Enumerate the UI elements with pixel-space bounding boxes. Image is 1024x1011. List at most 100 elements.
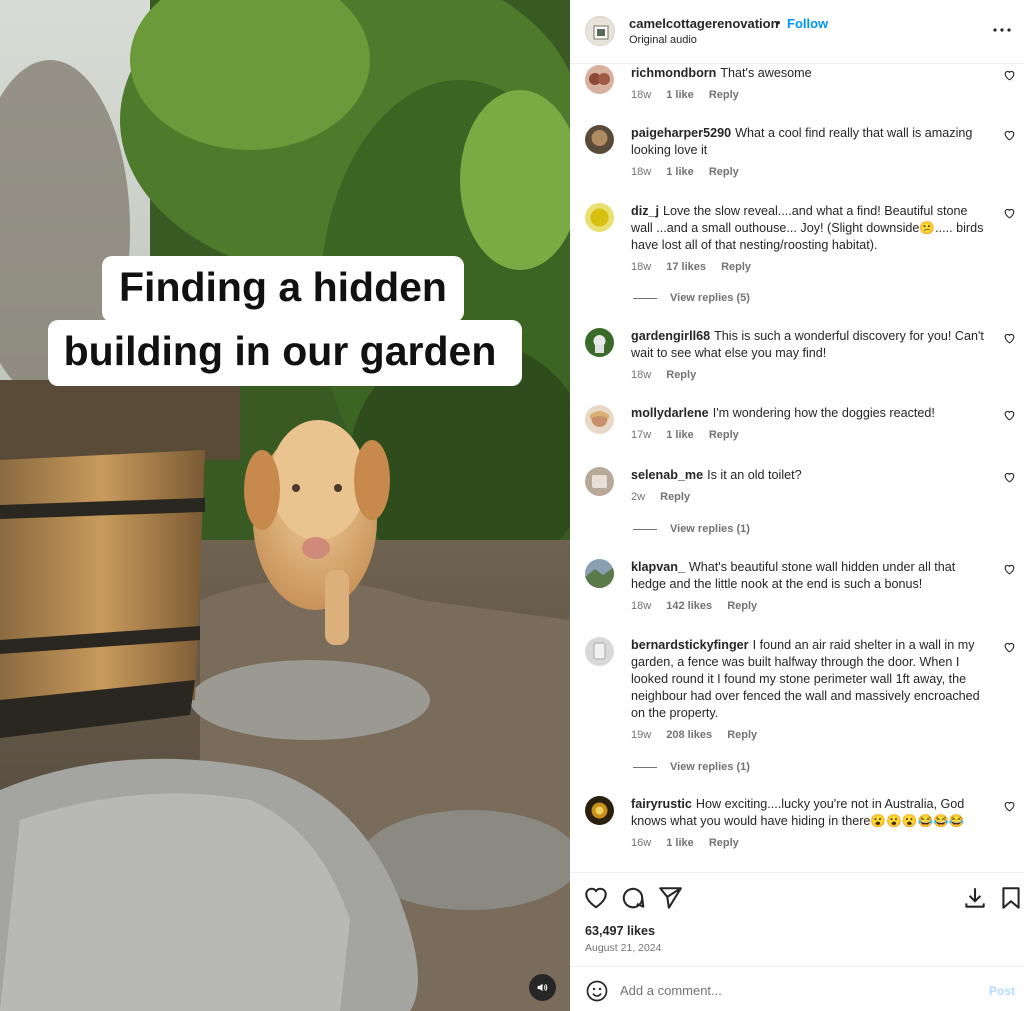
audio-toggle-button[interactable] bbox=[529, 974, 556, 1001]
comment-likes[interactable]: 17 likes bbox=[666, 261, 706, 273]
comment-like-heart-icon[interactable] bbox=[1003, 800, 1016, 813]
avatar-image bbox=[585, 203, 614, 232]
comment-reply-button[interactable]: Reply bbox=[727, 600, 757, 612]
post-comment-button[interactable]: Post bbox=[989, 984, 1015, 998]
comment-text: paigeharper5290 What a cool find really t… bbox=[631, 125, 991, 159]
comment-input[interactable] bbox=[620, 978, 960, 1002]
speaker-icon bbox=[537, 983, 548, 992]
comment-username[interactable]: selenab_me bbox=[631, 468, 703, 482]
comment-likes[interactable]: 208 likes bbox=[666, 729, 712, 741]
avatar-image bbox=[585, 637, 614, 666]
comment-meta: 18w 1 like Reply bbox=[631, 166, 751, 178]
likes-count[interactable]: 63,497 likes bbox=[585, 924, 655, 938]
commenter-avatar[interactable] bbox=[585, 559, 614, 588]
comment-time: 2w bbox=[631, 491, 646, 503]
commenter-avatar[interactable] bbox=[585, 203, 614, 232]
like-heart-icon[interactable] bbox=[583, 885, 609, 911]
avatar-image bbox=[585, 405, 614, 434]
comment-like-heart-icon[interactable] bbox=[1003, 207, 1016, 220]
view-replies-button[interactable]: View replies (1) bbox=[633, 523, 750, 535]
comment-like-heart-icon[interactable] bbox=[1003, 641, 1016, 654]
comment-item: diz_j Love the slow reveal....and what a … bbox=[570, 203, 1024, 328]
comment-username[interactable]: fairyrustic bbox=[631, 797, 692, 811]
comment-text: diz_j Love the slow reveal....and what a … bbox=[631, 203, 991, 254]
comment-item: klapvan_ What's beautiful stone wall hidd… bbox=[570, 559, 1024, 637]
comment-username[interactable]: paigeharper5290 bbox=[631, 126, 731, 140]
comment-like-heart-icon[interactable] bbox=[1003, 69, 1016, 82]
comment-reply-button[interactable]: Reply bbox=[709, 429, 739, 441]
comment-likes[interactable]: 1 like bbox=[666, 166, 694, 178]
comment-time: 18w bbox=[631, 89, 652, 101]
download-icon[interactable] bbox=[962, 885, 988, 911]
audio-label[interactable]: Original audio bbox=[629, 34, 697, 46]
comment-username[interactable]: gardengirll68 bbox=[631, 329, 710, 343]
comment-likes[interactable]: 1 like bbox=[666, 837, 694, 849]
more-options-icon[interactable] bbox=[990, 18, 1014, 42]
comment-like-heart-icon[interactable] bbox=[1003, 409, 1016, 422]
comment-time: 16w bbox=[631, 837, 652, 849]
comment-username[interactable]: diz_j bbox=[631, 204, 659, 218]
avatar-image bbox=[585, 559, 614, 588]
comments-list[interactable]: richmondborn That's awesome 18w 1 like Re… bbox=[570, 65, 1024, 871]
post-actions-bar: 63,497 likes August 21, 2024 bbox=[570, 872, 1024, 966]
comment-meta: 16w 1 like Reply bbox=[631, 837, 751, 849]
author-username[interactable]: camelcottagerenovation bbox=[629, 16, 779, 31]
caption-line-2: building in our garden bbox=[47, 320, 523, 386]
comment-meta: 18w 17 likes Reply bbox=[631, 261, 763, 273]
emoji-icon[interactable] bbox=[585, 979, 609, 1003]
commenter-avatar[interactable] bbox=[585, 65, 614, 94]
comment-reply-button[interactable]: Reply bbox=[666, 369, 696, 381]
comment-reply-button[interactable]: Reply bbox=[709, 166, 739, 178]
comment-likes[interactable]: 1 like bbox=[666, 89, 694, 101]
commenter-avatar[interactable] bbox=[585, 405, 614, 434]
commenter-avatar[interactable] bbox=[585, 637, 614, 666]
commenter-avatar[interactable] bbox=[585, 328, 614, 357]
post-video[interactable]: Finding a hidden building in our garden bbox=[0, 0, 570, 1011]
comment-text: bernardstickyfinger I found an air raid s… bbox=[631, 637, 991, 722]
comment-username[interactable]: klapvan_ bbox=[631, 560, 685, 574]
comment-like-heart-icon[interactable] bbox=[1003, 563, 1016, 576]
comment-reply-button[interactable]: Reply bbox=[727, 729, 757, 741]
comment-meta: 2w Reply bbox=[631, 491, 702, 503]
comment-like-heart-icon[interactable] bbox=[1003, 332, 1016, 345]
comment-likes[interactable]: 1 like bbox=[666, 429, 694, 441]
commenter-avatar[interactable] bbox=[585, 125, 614, 154]
comment-username[interactable]: mollydarlene bbox=[631, 406, 709, 420]
comment-body: Love the slow reveal....and what a find!… bbox=[631, 204, 984, 252]
comment-item: mollydarlene I'm wondering how the doggie… bbox=[570, 405, 1024, 467]
view-replies-button[interactable]: View replies (5) bbox=[633, 292, 750, 304]
comment-username[interactable]: bernardstickyfinger bbox=[631, 638, 749, 652]
comment-reply-button[interactable]: Reply bbox=[721, 261, 751, 273]
post-header: camelcottagerenovation • Follow Original… bbox=[570, 0, 1024, 64]
video-frame bbox=[0, 0, 570, 1011]
share-send-icon[interactable] bbox=[657, 885, 683, 911]
follow-button[interactable]: Follow bbox=[787, 16, 828, 31]
header-separator: • bbox=[776, 15, 781, 30]
comment-body: That's awesome bbox=[720, 66, 812, 80]
comment-meta: 18w Reply bbox=[631, 369, 708, 381]
comment-bubble-icon[interactable] bbox=[620, 885, 646, 911]
comment-likes[interactable]: 142 likes bbox=[666, 600, 712, 612]
comment-item: selenab_me Is it an old toilet? 2w Reply … bbox=[570, 467, 1024, 557]
post-date: August 21, 2024 bbox=[585, 942, 662, 954]
comment-like-heart-icon[interactable] bbox=[1003, 129, 1016, 142]
author-avatar[interactable] bbox=[585, 16, 615, 46]
comment-time: 19w bbox=[631, 729, 652, 741]
comment-meta: 17w 1 like Reply bbox=[631, 429, 751, 441]
commenter-avatar[interactable] bbox=[585, 796, 614, 825]
comment-username[interactable]: richmondborn bbox=[631, 66, 716, 80]
comment-text: fairyrustic How exciting....lucky you're … bbox=[631, 796, 991, 830]
comment-body: Is it an old toilet? bbox=[707, 468, 802, 482]
comment-time: 18w bbox=[631, 166, 652, 178]
avatar-image bbox=[585, 467, 614, 496]
cottage-logo-icon bbox=[593, 25, 609, 40]
comment-reply-button[interactable]: Reply bbox=[660, 491, 690, 503]
comment-reply-button[interactable]: Reply bbox=[709, 837, 739, 849]
comment-text: richmondborn That's awesome bbox=[631, 65, 991, 82]
save-bookmark-icon[interactable] bbox=[998, 885, 1024, 911]
comment-like-heart-icon[interactable] bbox=[1003, 471, 1016, 484]
commenter-avatar[interactable] bbox=[585, 467, 614, 496]
view-replies-button[interactable]: View replies (1) bbox=[633, 761, 750, 773]
comment-text: selenab_me Is it an old toilet? bbox=[631, 467, 991, 484]
comment-reply-button[interactable]: Reply bbox=[709, 89, 739, 101]
